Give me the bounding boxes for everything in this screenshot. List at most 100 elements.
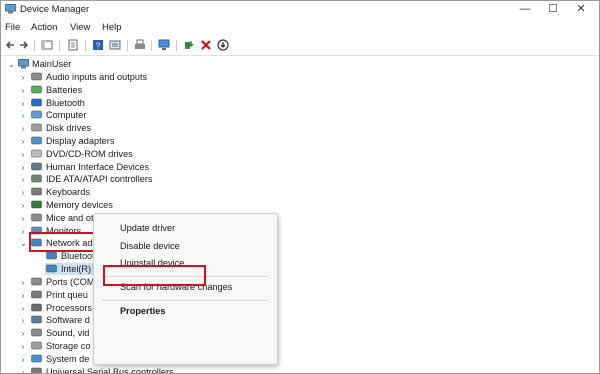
keyboard-icon [31,187,42,196]
tree-item-label: Bluetooth [46,97,85,108]
chevron-right-icon[interactable]: › [20,212,26,225]
properties-menu-item[interactable]: Properties [120,306,165,316]
chevron-right-icon[interactable]: › [20,173,26,186]
network-icon [46,264,57,273]
speaker-icon [31,72,42,81]
tree-item-label: Disk drives [46,123,91,134]
update-driver-menu-item[interactable]: Update driver [120,223,175,233]
tree-item-label: Keyboards [46,187,90,198]
tree-root[interactable]: ⌄ MainUser [1,58,301,71]
chevron-right-icon[interactable]: › [20,122,26,135]
scan-hardware-icon[interactable] [158,39,170,51]
tree-item-bluetooth[interactable]: › Bluetooth [1,97,301,110]
chevron-right-icon[interactable]: › [20,161,26,174]
chevron-right-icon[interactable]: › [20,314,26,327]
chevron-right-icon[interactable]: › [20,289,26,302]
tree-item-label: Display adapters [46,136,115,146]
tree-item-label: Processors [46,302,92,313]
menu-view[interactable]: View [70,22,90,33]
console-icon[interactable] [109,39,121,51]
forward-arrow-icon[interactable] [18,39,30,51]
tree-item-label: Memory devices [46,200,113,210]
chevron-down-icon[interactable]: ⌄ [8,58,15,71]
tree-item-label: Audio inputs and outputs [46,72,148,82]
tree-item-label: DVD/CD-ROM drives [46,148,133,159]
disable-device-menu-item[interactable]: Disable device [120,241,180,251]
chevron-right-icon[interactable]: › [20,366,26,373]
chevron-right-icon[interactable]: › [20,353,26,366]
tree-root-label: MainUser [32,59,72,69]
disk-icon [31,123,42,132]
chevron-right-icon[interactable]: › [20,225,26,238]
maximize-button[interactable]: ☐ [539,1,567,19]
tree-item-computer[interactable]: › Computer [1,109,301,122]
mouse-icon [31,213,42,222]
tree-item-dvd-cd-rom-drives[interactable]: › DVD/CD-ROM drives [1,148,301,161]
tree-item-universal-serial-bus-controllers[interactable]: › Universal Serial Bus controllers [1,366,301,374]
chevron-down-icon[interactable]: ⌄ [20,237,27,250]
menu-separator [102,300,268,301]
chevron-right-icon[interactable]: › [20,148,26,161]
tree-item-label: Storage co [46,341,91,351]
chevron-right-icon[interactable]: › [20,340,26,353]
display-icon [31,136,42,145]
update-driver-icon[interactable] [183,39,195,51]
back-arrow-icon[interactable] [4,39,16,51]
chevron-right-icon[interactable]: › [20,186,26,199]
window-title: Device Manager [20,4,90,15]
close-button[interactable]: ✕ [567,1,595,19]
tree-item-human-interface-devices[interactable]: › Human Interface Devices [1,161,301,174]
tree-item-disk-drives[interactable]: › Disk drives [1,122,301,135]
chevron-right-icon[interactable]: › [20,327,26,340]
tree-item-label: Universal Serial Bus controllers [46,366,174,374]
computer-icon [18,59,29,69]
tree-item-label: Human Interface Devices [46,161,150,172]
dvd-icon [31,149,42,158]
software-icon [31,316,42,324]
chevron-right-icon[interactable]: › [20,276,26,289]
tree-item-keyboards[interactable]: › Keyboards [1,186,301,199]
cpu-icon [31,303,42,311]
menu-help[interactable]: Help [102,22,122,33]
tree-item-batteries[interactable]: › Batteries [1,84,301,97]
tree-item-label: Batteries [46,84,83,95]
minimize-button[interactable]: — [511,1,539,19]
properties-icon[interactable] [67,39,79,51]
chevron-right-icon[interactable]: › [20,199,26,212]
menu-file[interactable]: File [5,22,20,33]
uninstall-device-icon[interactable] [200,39,212,51]
tree-item-audio-inputs-and-outputs[interactable]: › Audio inputs and outputs [1,71,301,84]
help-icon[interactable]: ? [92,39,104,51]
tree-item-memory-devices[interactable]: › Memory devices [1,199,301,212]
menu-action[interactable]: Action [31,22,57,33]
tree-item-label: System de [46,353,90,364]
chevron-right-icon[interactable]: › [20,135,26,148]
storage-icon [31,341,42,350]
system-icon [31,354,42,363]
tree-item-label: IDE ATA/ATAPI controllers [46,174,153,185]
chevron-right-icon[interactable]: › [20,84,26,97]
disable-device-icon[interactable] [217,39,229,51]
tree-item-ide-ata-atapi-controllers[interactable]: › IDE ATA/ATAPI controllers [1,173,301,186]
tree-item-display-adapters[interactable]: › Display adapters [1,135,301,148]
port-icon [31,277,42,286]
tree-item-label: Ports (COM [46,277,95,287]
hid-icon [31,162,42,170]
toolbar: ? [1,37,599,56]
bluetooth-icon [31,98,42,106]
menu-bar: File Action View Help [1,19,599,36]
tree-item-label: Print queu [46,289,88,300]
battery-icon [31,85,42,94]
print-icon[interactable] [134,39,146,51]
device-tree: ⌄ MainUser › Audio inputs and outputs › Bat… [1,56,599,374]
network-adapter-label: Intel(R) [61,263,92,274]
title-bar: Device Manager — ☐ ✕ [1,1,599,19]
context-menu: Update driver Disable device Uninstall d… [93,213,278,365]
chevron-right-icon[interactable]: › [20,97,26,110]
chevron-right-icon[interactable]: › [20,302,26,315]
chevron-right-icon[interactable]: › [20,71,26,84]
svg-text:?: ? [96,42,101,51]
show-hide-tree-icon[interactable] [41,39,53,51]
chevron-right-icon[interactable]: › [20,109,26,122]
usb-icon [31,367,42,373]
